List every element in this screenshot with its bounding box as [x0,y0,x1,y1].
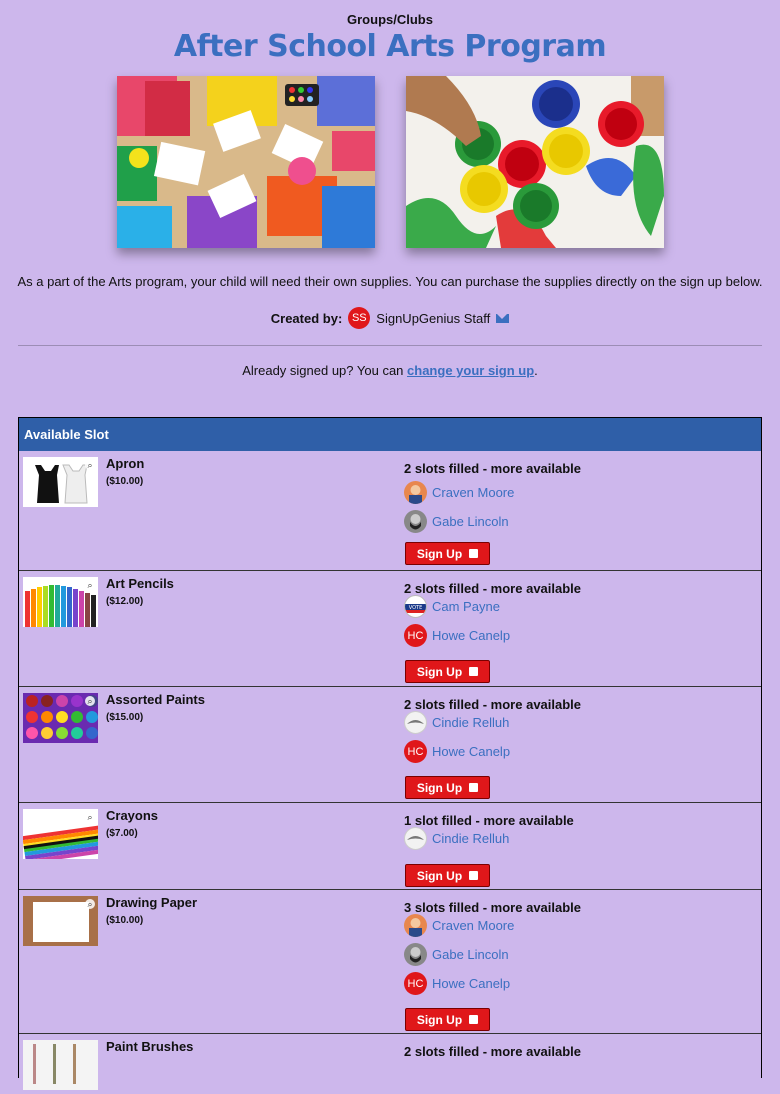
table-header: Available Slot [19,418,761,451]
avatar [404,711,427,734]
craft-paper-image [116,76,375,248]
checkbox-icon [469,667,479,676]
item-name: Paint Brushes [106,1039,194,1054]
signee-name[interactable]: Cam Payne [432,599,500,614]
signee: Cindie Relluh [404,827,509,850]
signee: VOTE Cam Payne [404,595,500,618]
paint-brushes-thumbnail[interactable] [23,1040,98,1090]
table-row: Paint Brushes 2 slots filled - more avai… [19,1034,761,1094]
table-row: ⌕ Crayons ($7.00) 1 slot filled - more a… [19,803,761,890]
description-text: As a part of the Arts program, your chil… [17,274,763,289]
created-by-label: Created by: [270,310,343,326]
signee-name[interactable]: Cindie Relluh [432,715,509,730]
slot-status: 2 slots filled - more available [404,1044,582,1059]
divider [18,345,762,346]
item-name: Assorted Paints [106,692,205,707]
sign-up-button[interactable]: Sign Up [405,542,490,565]
already-text: Already signed up? You can [242,363,404,378]
item-price: ($10.00) [106,476,144,487]
avatar [404,914,427,937]
avatar [404,943,427,966]
item-price: ($12.00) [106,596,144,607]
sign-up-button[interactable]: Sign Up [405,660,490,683]
item-name: Drawing Paper [106,895,198,910]
email-icon[interactable] [496,313,510,323]
finger-paint-image [405,76,664,248]
avatar [404,481,427,504]
zoom-icon[interactable]: ⌕ [85,812,95,822]
avatar: HC [404,624,427,647]
table-row: ⌕ Drawing Paper ($10.00) 3 slots filled … [19,890,761,1034]
signee: Gabe Lincoln [404,943,509,966]
sign-up-label: Sign Up [416,868,463,883]
crayons-thumbnail[interactable]: ⌕ [23,809,98,859]
slot-status: 2 slots filled - more available [404,581,582,596]
slot-status: 1 slot filled - more available [404,813,574,828]
zoom-icon[interactable]: ⌕ [85,899,95,909]
art-pencils-thumbnail[interactable]: ⌕ [23,577,98,627]
item-name: Art Pencils [106,576,174,591]
zoom-icon[interactable]: ⌕ [85,580,95,590]
table-row: ⌕ Assorted Paints ($15.00) 2 slots fille… [19,687,761,803]
item-price: ($10.00) [106,915,144,926]
signee-name[interactable]: Howe Canelp [432,744,510,759]
signee-name[interactable]: Craven Moore [432,918,514,933]
signee-name[interactable]: Cindie Relluh [432,831,509,846]
checkbox-icon [469,783,479,792]
checkbox-icon [469,549,479,558]
item-price: ($7.00) [106,828,138,839]
vote-avatar: VOTE [404,595,427,618]
table-row: ⌕ Art Pencils ($12.00) 2 slots filled - … [19,571,761,687]
signee: Craven Moore [404,914,514,937]
item-name: Crayons [106,808,159,823]
item-name: Apron [106,456,145,471]
apron-thumbnail[interactable]: ⌕ [23,457,98,507]
signee-name[interactable]: Howe Canelp [432,628,510,643]
avatar [404,510,427,533]
signee-name[interactable]: Gabe Lincoln [432,514,509,529]
signee-name[interactable]: Craven Moore [432,485,514,500]
signee: Craven Moore [404,481,514,504]
hero-images [0,76,780,248]
creator-name: SignUpGenius Staff [376,310,491,326]
item-price: ($15.00) [106,712,144,723]
signee: HC Howe Canelp [404,740,510,763]
created-by: Created by: SS SignUpGenius Staff [0,307,780,329]
sign-up-label: Sign Up [416,1012,463,1027]
already-signed-up: Already signed up? You can change your s… [0,363,780,378]
category-label: Groups/Clubs [347,12,433,27]
sign-up-label: Sign Up [416,546,463,561]
signee: HC Howe Canelp [404,972,510,995]
already-suffix: . [534,363,538,378]
checkbox-icon [469,1015,479,1024]
signee: Gabe Lincoln [404,510,509,533]
avatar: HC [404,740,427,763]
sign-up-button[interactable]: Sign Up [405,776,490,799]
zoom-icon[interactable]: ⌕ [85,696,95,706]
drawing-paper-thumbnail[interactable]: ⌕ [23,896,98,946]
slot-status: 3 slots filled - more available [404,900,582,915]
slot-status: 2 slots filled - more available [404,697,582,712]
page-title: After School Arts Program [173,29,607,64]
signee-name[interactable]: Gabe Lincoln [432,947,509,962]
sign-up-label: Sign Up [416,664,463,679]
sign-up-label: Sign Up [416,780,463,795]
signee-name[interactable]: Howe Canelp [432,976,510,991]
zoom-icon[interactable]: ⌕ [85,460,95,470]
signee: Cindie Relluh [404,711,509,734]
slots-table: Available Slot ⌕ Apron ($10.00) 2 slots … [18,417,762,1090]
change-sign-up-link[interactable]: change your sign up [407,363,534,378]
assorted-paints-thumbnail[interactable]: ⌕ [23,693,98,743]
checkbox-icon [469,871,479,880]
sign-up-button[interactable]: Sign Up [405,864,490,887]
creator-avatar: SS [348,307,371,329]
sign-up-button[interactable]: Sign Up [405,1008,490,1031]
avatar: HC [404,972,427,995]
table-row: ⌕ Apron ($10.00) 2 slots filled - more a… [19,451,761,571]
slot-status: 2 slots filled - more available [404,461,582,476]
avatar [404,827,427,850]
signee: HC Howe Canelp [404,624,510,647]
